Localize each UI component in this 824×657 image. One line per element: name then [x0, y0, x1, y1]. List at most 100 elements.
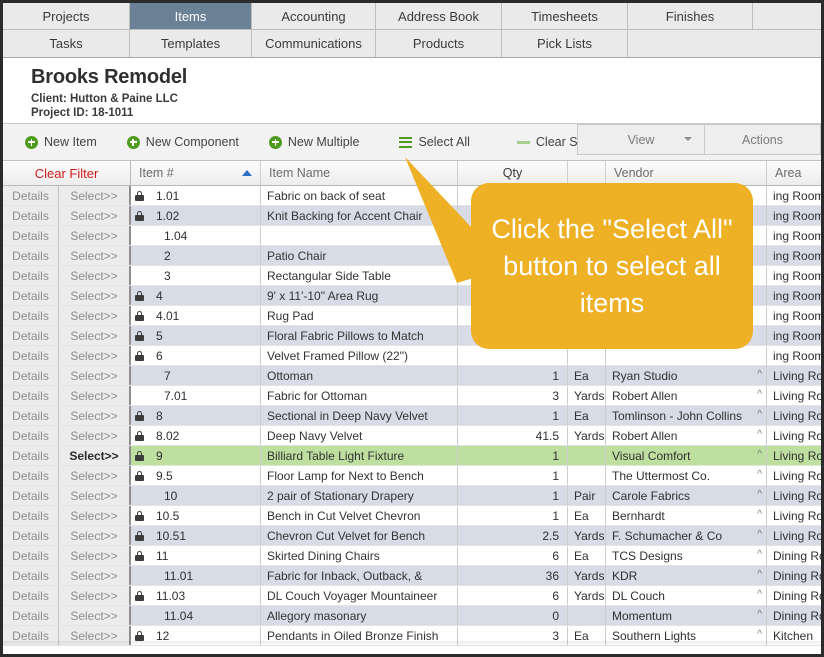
row-details-button[interactable]: Details [3, 446, 59, 465]
row-details-button[interactable]: Details [3, 426, 59, 445]
vendor-expand-caret-icon[interactable]: ^ [757, 429, 762, 440]
row-details-button[interactable]: Details [3, 586, 59, 605]
vendor-expand-caret-icon[interactable]: ^ [757, 569, 762, 580]
table-row[interactable]: Details Select>> 11.03 DL Couch Voyager Mou… [3, 586, 821, 606]
select-all-button[interactable]: Select All [399, 124, 470, 160]
actions-button[interactable]: Actions [705, 124, 821, 155]
cell-item-no: 9.5 [131, 466, 261, 485]
row-details-button[interactable]: Details [3, 186, 59, 205]
row-details-button[interactable]: Details [3, 246, 59, 265]
row-details-button[interactable]: Details [3, 326, 59, 345]
column-header-qty[interactable]: Qty [458, 161, 568, 185]
row-select-button[interactable]: Select>> [59, 326, 131, 345]
vendor-expand-caret-icon[interactable]: ^ [757, 449, 762, 460]
row-details-button[interactable]: Details [3, 566, 59, 585]
vendor-expand-caret-icon[interactable]: ^ [757, 489, 762, 500]
row-select-button[interactable]: Select>> [59, 246, 131, 265]
row-select-button[interactable]: Select>> [59, 486, 131, 505]
row-select-button[interactable]: Select>> [59, 206, 131, 225]
tab-tasks[interactable]: Tasks [3, 30, 130, 57]
row-details-button[interactable]: Details [3, 526, 59, 545]
row-select-button[interactable]: Select>> [59, 306, 131, 325]
table-row[interactable]: Details Select>> 8.02 Deep Navy Velvet 41.5 Y… [3, 426, 821, 446]
row-select-button[interactable]: Select>> [59, 526, 131, 545]
cell-item-no: 11.01 [131, 566, 261, 585]
row-select-button[interactable]: Select>> [59, 426, 131, 445]
row-select-button[interactable]: Select>> [59, 506, 131, 525]
vendor-expand-caret-icon[interactable]: ^ [757, 509, 762, 520]
row-select-button[interactable]: Select>> [59, 386, 131, 405]
row-details-button[interactable]: Details [3, 466, 59, 485]
column-header-vendor[interactable]: Vendor [606, 161, 767, 185]
row-details-button[interactable]: Details [3, 346, 59, 365]
row-details-button[interactable]: Details [3, 206, 59, 225]
vendor-expand-caret-icon[interactable]: ^ [757, 409, 762, 420]
table-row[interactable]: Details Select>> 8 Sectional in Deep Navy V… [3, 406, 821, 426]
tab-templates[interactable]: Templates [130, 30, 252, 57]
row-details-button[interactable]: Details [3, 406, 59, 425]
table-row[interactable]: Details Select>> 7.01 Fabric for Ottoman 3 Ya… [3, 386, 821, 406]
tab-pick-lists[interactable]: Pick Lists [502, 30, 628, 57]
tab-projects[interactable]: Projects [3, 3, 130, 29]
tab-timesheets[interactable]: Timesheets [502, 3, 628, 29]
vendor-expand-caret-icon[interactable]: ^ [757, 629, 762, 640]
row-details-button[interactable]: Details [3, 606, 59, 625]
table-row[interactable]: Details Select>> 10.51 Chevron Cut Velvet f… [3, 526, 821, 546]
table-row[interactable]: Details Select>> 11.04 Allegory masonary 0 Mo… [3, 606, 821, 626]
column-header-area[interactable]: Area [767, 161, 821, 185]
tab-finishes[interactable]: Finishes [628, 3, 753, 29]
tab-products[interactable]: Products [376, 30, 502, 57]
tab-label: Tasks [49, 36, 83, 51]
row-details-button[interactable]: Details [3, 306, 59, 325]
column-header-uom[interactable] [568, 161, 606, 185]
row-select-button[interactable]: Select>> [59, 286, 131, 305]
row-select-button[interactable]: Select>> [59, 606, 131, 625]
tab-communications[interactable]: Communications [252, 30, 376, 57]
row-select-button[interactable]: Select>> [59, 566, 131, 585]
table-row[interactable]: Details Select>> 6 Velvet Framed Pillow (22… [3, 346, 821, 366]
table-row[interactable]: Details Select>> 11 Skirted Dining Chairs 6 E… [3, 546, 821, 566]
table-row[interactable]: Details Select>> 9 Billiard Table Light Fix… [3, 446, 821, 466]
table-row[interactable]: Details Select>> 10 2 pair of Stationary Dr… [3, 486, 821, 506]
vendor-expand-caret-icon[interactable]: ^ [757, 609, 762, 620]
row-select-button[interactable]: Select>> [59, 546, 131, 565]
row-details-button[interactable]: Details [3, 486, 59, 505]
table-row[interactable]: Details Select>> 10.5 Bench in Cut Velvet C… [3, 506, 821, 526]
table-row[interactable]: Details Select>> 11.01 Fabric for Inback, O… [3, 566, 821, 586]
row-details-button[interactable]: Details [3, 366, 59, 385]
row-select-button[interactable]: Select>> [59, 226, 131, 245]
row-details-button[interactable]: Details [3, 506, 59, 525]
column-header-item-no[interactable]: Item # [131, 161, 261, 185]
row-select-button[interactable]: Select>> [59, 466, 131, 485]
row-select-button[interactable]: Select>> [59, 266, 131, 285]
row-details-button[interactable]: Details [3, 226, 59, 245]
vendor-expand-caret-icon[interactable]: ^ [757, 549, 762, 560]
clear-filter-button[interactable]: Clear Filter [3, 161, 131, 185]
row-details-button[interactable]: Details [3, 266, 59, 285]
tab-accounting[interactable]: Accounting [252, 3, 376, 29]
cell-item-no: 9 [131, 446, 261, 465]
vendor-expand-caret-icon[interactable]: ^ [757, 389, 762, 400]
new-item-button[interactable]: New Item [25, 124, 97, 160]
tab-items[interactable]: Items [130, 3, 252, 29]
tab-address-book[interactable]: Address Book [376, 3, 502, 29]
new-multiple-button[interactable]: New Multiple [268, 124, 359, 160]
row-select-button[interactable]: Select>> [59, 346, 131, 365]
vendor-expand-caret-icon[interactable]: ^ [757, 589, 762, 600]
table-row[interactable]: Details Select>> 7 Ottoman 1 Ea Ryan Studio ^ Li… [3, 366, 821, 386]
vendor-expand-caret-icon[interactable]: ^ [757, 469, 762, 480]
row-select-button[interactable]: Select>> [59, 586, 131, 605]
row-select-button[interactable]: Select>> [59, 406, 131, 425]
row-select-button[interactable]: Select>> [59, 186, 131, 205]
row-select-button[interactable]: Select>> [59, 446, 131, 465]
vendor-expand-caret-icon[interactable]: ^ [757, 369, 762, 380]
row-details-button[interactable]: Details [3, 286, 59, 305]
table-row[interactable]: Details Select>> 9.5 Floor Lamp for Next to… [3, 466, 821, 486]
row-details-button[interactable]: Details [3, 386, 59, 405]
row-select-button[interactable]: Select>> [59, 366, 131, 385]
new-component-button[interactable]: New Component [126, 124, 239, 160]
view-dropdown[interactable]: View [577, 124, 705, 155]
row-details-button[interactable]: Details [3, 546, 59, 565]
vendor-expand-caret-icon[interactable]: ^ [757, 529, 762, 540]
column-header-item-name[interactable]: Item Name [261, 161, 458, 185]
